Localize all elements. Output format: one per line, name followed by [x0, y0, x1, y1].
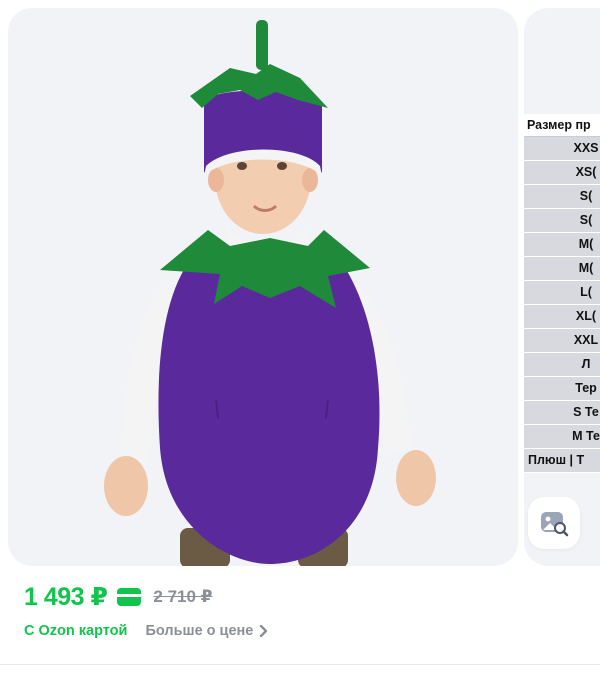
size-row: M( [524, 256, 600, 281]
more-about-price-link[interactable]: Больше о цене [145, 623, 253, 639]
size-table-header: Размер пр [524, 114, 600, 137]
image-search-button[interactable] [528, 497, 580, 549]
size-row: S( [524, 184, 600, 209]
product-photo-card[interactable] [8, 8, 518, 566]
size-row: XL( [524, 304, 600, 329]
ozon-card-label[interactable]: С Ozon картой [24, 623, 127, 639]
product-gallery[interactable]: Размер пр XXS XS( S( S( M( M( L( XL( XXL… [0, 0, 600, 572]
size-row: XXS [524, 136, 600, 161]
size-row: S( [524, 208, 600, 233]
product-photo [104, 20, 436, 566]
chevron-right-icon[interactable] [259, 625, 269, 637]
size-row: M( [524, 232, 600, 257]
divider [0, 664, 600, 665]
price-row: 1 493 ₽ 2 710 ₽ [24, 580, 213, 614]
price-details-row: С Ozon картой Больше о цене [24, 620, 269, 642]
size-row: XS( [524, 160, 600, 185]
size-chart-card[interactable]: Размер пр XXS XS( S( S( M( M( L( XL( XXL… [524, 8, 600, 566]
size-row: Л [524, 352, 600, 377]
old-price: 2 710 ₽ [153, 587, 213, 606]
size-row: L( [524, 280, 600, 305]
size-row: Тер [524, 376, 600, 401]
size-row: Плюш | Т [524, 448, 600, 473]
card-icon [117, 588, 142, 606]
size-row: S Те [524, 400, 600, 425]
current-price: 1 493 ₽ [24, 583, 108, 611]
size-table: Размер пр XXS XS( S( S( M( M( L( XL( XXL… [524, 114, 600, 473]
image-search-icon [541, 512, 569, 537]
size-row: M Те [524, 424, 600, 449]
size-row: XXL [524, 328, 600, 353]
